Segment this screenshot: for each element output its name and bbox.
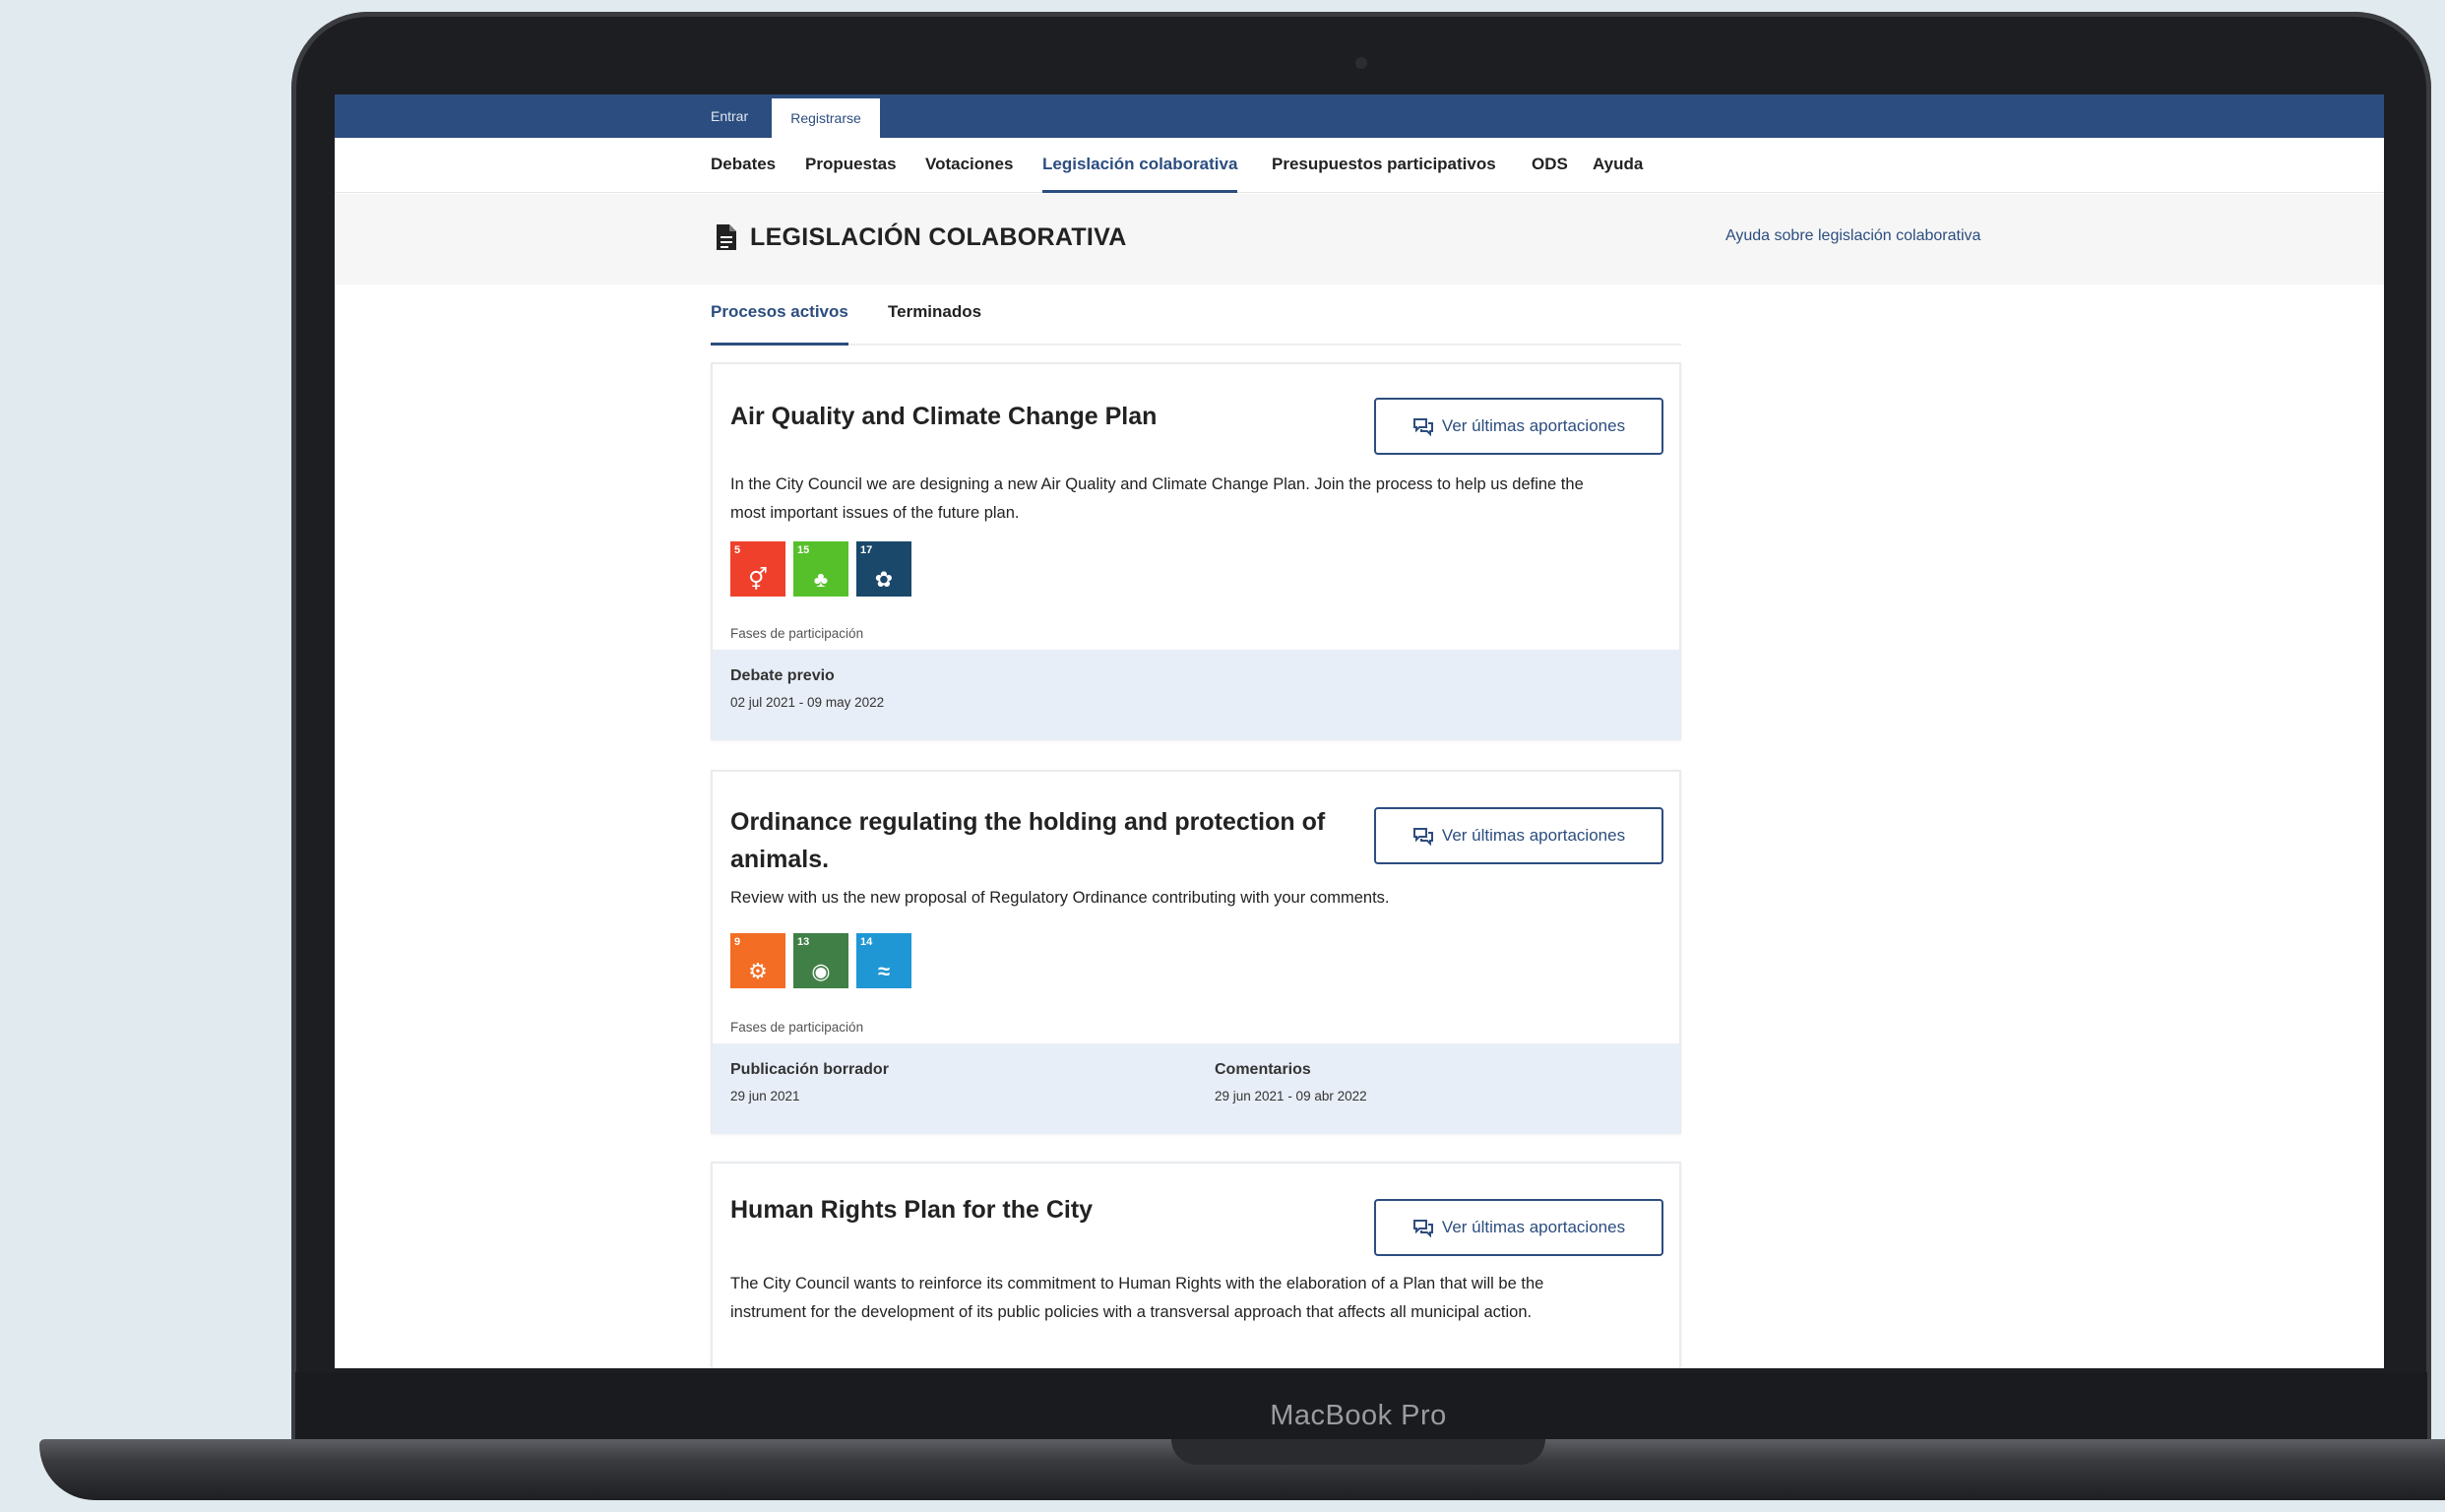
register-tab[interactable]: Registrarse [772, 98, 880, 138]
phase-item[interactable]: Comentarios 29 jun 2021 - 09 abr 2022 [1215, 1061, 1367, 1103]
phases-label: Fases de participación [730, 1020, 864, 1035]
main-navigation: Debates Propuestas Votaciones Legislació… [335, 138, 2384, 193]
view-latest-contributions-button[interactable]: Ver últimas aportaciones [1374, 807, 1663, 864]
nav-item-votaciones[interactable]: Votaciones [925, 138, 1013, 193]
process-description: The City Council wants to reinforce its … [730, 1275, 1544, 1321]
page-header: LEGISLACIÓN COLABORATIVA Ayuda sobre leg… [335, 194, 2384, 284]
button-label: Ver últimas aportaciones [1441, 416, 1626, 435]
phase-name: Comentarios [1215, 1061, 1311, 1078]
life-below-water-icon[interactable]: 14 ≈ [856, 933, 911, 988]
nav-item-ayuda[interactable]: Ayuda [1593, 138, 1643, 193]
gender-equality-icon[interactable]: 5 ⚥ [730, 541, 785, 597]
tab-active-processes[interactable]: Procesos activos [711, 302, 848, 346]
nav-item-legislacion-colaborativa[interactable]: Legislación colaborativa [1042, 138, 1238, 193]
view-latest-contributions-button[interactable]: Ver últimas aportaciones [1374, 1199, 1663, 1256]
process-description: Review with us the new proposal of Regul… [730, 889, 1390, 907]
process-card: Ordinance regulating the holding and pro… [711, 770, 1681, 1134]
phases-band: Debate previo 02 jul 2021 - 09 may 2022 [713, 650, 1679, 740]
nav-item-ods[interactable]: ODS [1532, 138, 1568, 193]
view-latest-contributions-button[interactable]: Ver últimas aportaciones [1374, 398, 1663, 455]
phase-item[interactable]: Publicación borrador 29 jun 2021 [730, 1061, 889, 1103]
life-on-land-icon[interactable]: 15 ♣ [793, 541, 848, 597]
device-brand-label: MacBook Pro [1270, 1400, 1447, 1431]
comments-icon [1412, 417, 1433, 436]
page-title: LEGISLACIÓN COLABORATIVA [750, 223, 1127, 251]
browser-screen: Entrar Registrarse Debates Propuestas Vo… [335, 94, 2384, 1368]
process-title[interactable]: Human Rights Plan for the City [730, 1191, 1360, 1228]
phase-item[interactable]: Debate previo 02 jul 2021 - 09 may 2022 [730, 667, 884, 710]
phases-band: Publicación borrador 29 jun 2021 Comenta… [713, 1043, 1679, 1134]
phase-dates: 29 jun 2021 - 09 abr 2022 [1215, 1089, 1367, 1103]
document-icon [717, 224, 736, 250]
phase-dates: 29 jun 2021 [730, 1089, 800, 1103]
button-label: Ver últimas aportaciones [1441, 1218, 1626, 1236]
phase-name: Publicación borrador [730, 1061, 889, 1078]
process-title[interactable]: Ordinance regulating the holding and pro… [730, 803, 1360, 878]
process-card: Human Rights Plan for the City Ver últim… [711, 1162, 1681, 1368]
top-bar: Entrar Registrarse [335, 94, 2384, 138]
process-card: Air Quality and Climate Change Plan Ver … [711, 362, 1681, 740]
nav-item-presupuestos-participativos[interactable]: Presupuestos participativos [1272, 138, 1496, 193]
tab-finished-processes[interactable]: Terminados [888, 302, 981, 346]
button-label: Ver últimas aportaciones [1441, 826, 1626, 845]
phase-name: Debate previo [730, 667, 835, 684]
login-link[interactable]: Entrar [711, 94, 748, 138]
phase-dates: 02 jul 2021 - 09 may 2022 [730, 695, 885, 710]
nav-item-propuestas[interactable]: Propuestas [805, 138, 897, 193]
laptop-hinge-notch [1171, 1439, 1545, 1465]
phases-label: Fases de participación [730, 626, 864, 641]
comments-icon [1412, 1219, 1433, 1237]
camera-icon [1355, 57, 1367, 69]
help-link[interactable]: Ayuda sobre legislación colaborativa [1725, 227, 1980, 245]
industry-innovation-icon[interactable]: 9 ⚙ [730, 933, 785, 988]
partnerships-icon[interactable]: 17 ✿ [856, 541, 911, 597]
process-title[interactable]: Air Quality and Climate Change Plan [730, 398, 1360, 435]
nav-item-debates[interactable]: Debates [711, 138, 776, 193]
climate-action-icon[interactable]: 13 ◉ [793, 933, 848, 988]
process-tabs: Procesos activos Terminados [711, 284, 1681, 346]
process-description: In the City Council we are designing a n… [730, 475, 1584, 522]
comments-icon [1412, 827, 1433, 846]
